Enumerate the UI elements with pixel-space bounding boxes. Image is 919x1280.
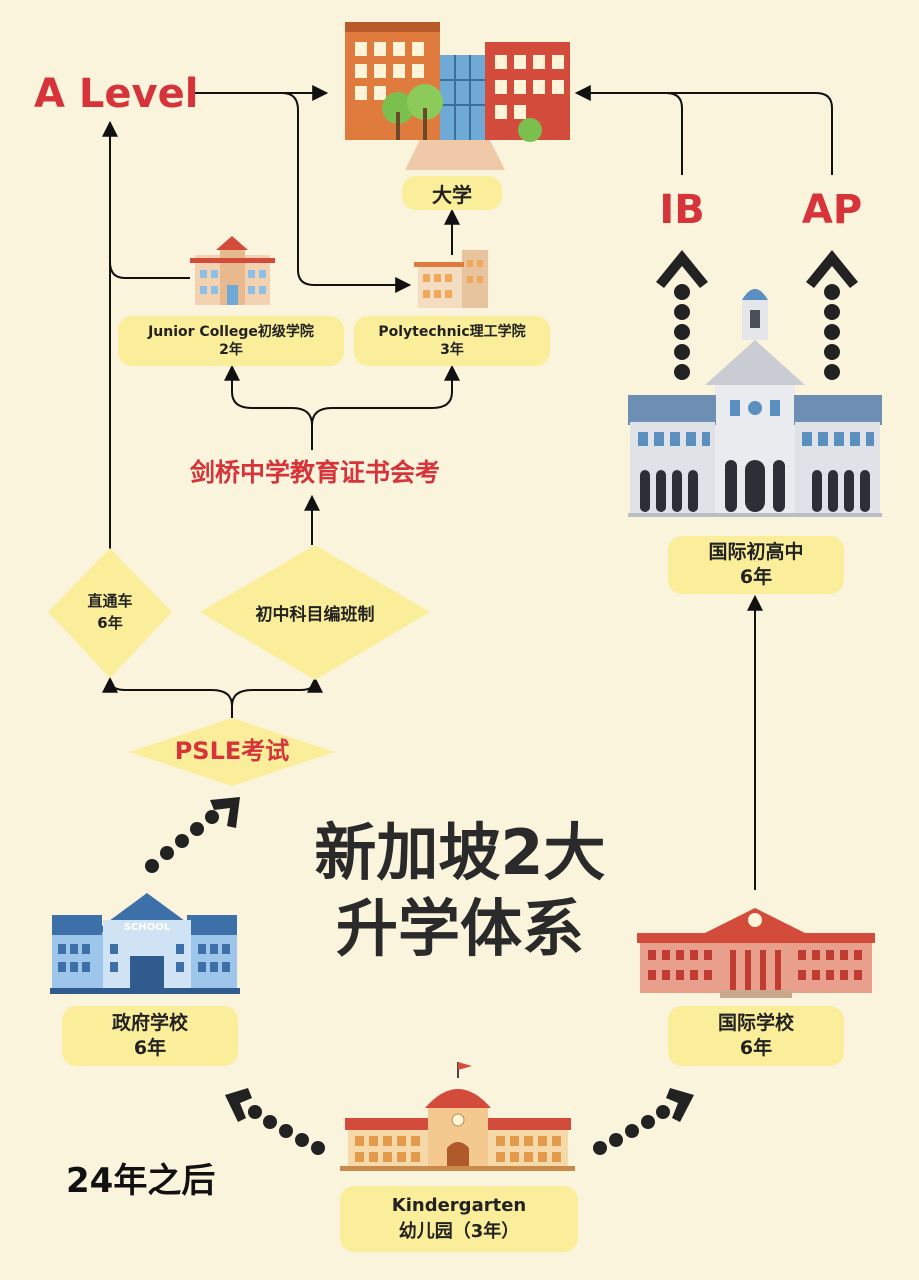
university-building-icon <box>345 22 570 170</box>
international-school-years: 6年 <box>739 1037 773 1059</box>
junior-college-years: 2年 <box>219 342 243 358</box>
kindergarten-name-en: Kindergarten <box>391 1195 527 1216</box>
ap-label: AP <box>801 187 863 233</box>
ib-ap-to-university-arrow <box>574 85 683 175</box>
o-level-exam-label: 剑桥中学教育证书会考 <box>189 458 440 487</box>
o-level-branch <box>224 364 313 450</box>
international-high-name: 国际初高中 <box>708 541 804 563</box>
kindergarten-building-icon <box>340 1062 575 1171</box>
university-text: 大学 <box>432 182 472 207</box>
international-school-name: 国际学校 <box>717 1012 794 1034</box>
international-high-label: 国际初高中 6年 <box>668 536 844 594</box>
kindergarten-name-cn: 幼儿园（3年） <box>398 1221 520 1242</box>
junior-college-label: Junior College初级学院 2年 <box>118 316 344 366</box>
ib-label: IB <box>659 187 705 233</box>
psle-branch-right <box>231 676 323 707</box>
international-high-years: 6年 <box>739 566 773 588</box>
international-school-building-icon <box>637 908 875 998</box>
diagram-canvas: A Level 大学 Junior College初级学院 2年 Polytec… <box>0 0 919 1280</box>
ip-diamond-text: 直通车 6年 <box>48 588 172 636</box>
government-school-label: 政府学校 6年 <box>62 1006 238 1066</box>
page-title: 新加坡2大 升学体系 <box>285 815 635 967</box>
ip-name: 直通车 <box>87 592 133 610</box>
junior-college-building-icon <box>190 236 275 305</box>
o-level-branch-right <box>311 364 460 426</box>
international-school-label: 国际学校 6年 <box>668 1006 844 1066</box>
ip-years: 6年 <box>97 614 123 632</box>
sbb-name: 初中科目编班制 <box>255 604 375 625</box>
footer-note: 24年之后 <box>66 1161 216 1201</box>
page-title-line2: 升学体系 <box>335 892 584 965</box>
international-high-school-building-icon <box>628 289 882 517</box>
a-level-label: A Level <box>34 71 199 117</box>
page-title-line1: 新加坡2大 <box>314 816 606 889</box>
government-school-building-icon <box>50 893 240 994</box>
dotted-arrow-kg-right <box>593 1088 694 1155</box>
dotted-arrow-kg-left <box>225 1088 325 1155</box>
polytechnic-building-icon <box>414 250 488 308</box>
sbb-diamond-text: 初中科目编班制 <box>200 596 430 628</box>
dotted-arrow-psle <box>145 797 240 873</box>
polytechnic-years: 3年 <box>440 342 464 358</box>
jc-to-a-level-arrow <box>102 120 190 279</box>
university-label: 大学 <box>402 176 502 210</box>
government-school-name: 政府学校 <box>111 1012 188 1034</box>
polytechnic-name: Polytechnic理工学院 <box>378 324 526 340</box>
dotted-arrow-ib <box>656 250 708 380</box>
junior-college-name: Junior College初级学院 <box>148 324 314 340</box>
psle-branch-left <box>102 676 233 718</box>
dotted-arrow-ap <box>806 250 858 380</box>
ap-join-line <box>666 92 833 175</box>
polytechnic-label: Polytechnic理工学院 3年 <box>354 316 550 366</box>
government-school-sign: SCHOOL <box>123 922 171 933</box>
government-school-years: 6年 <box>133 1037 167 1059</box>
psle-exam-label: PSLE考试 <box>174 737 290 765</box>
kindergarten-label: Kindergarten 幼儿园（3年） <box>340 1186 578 1252</box>
